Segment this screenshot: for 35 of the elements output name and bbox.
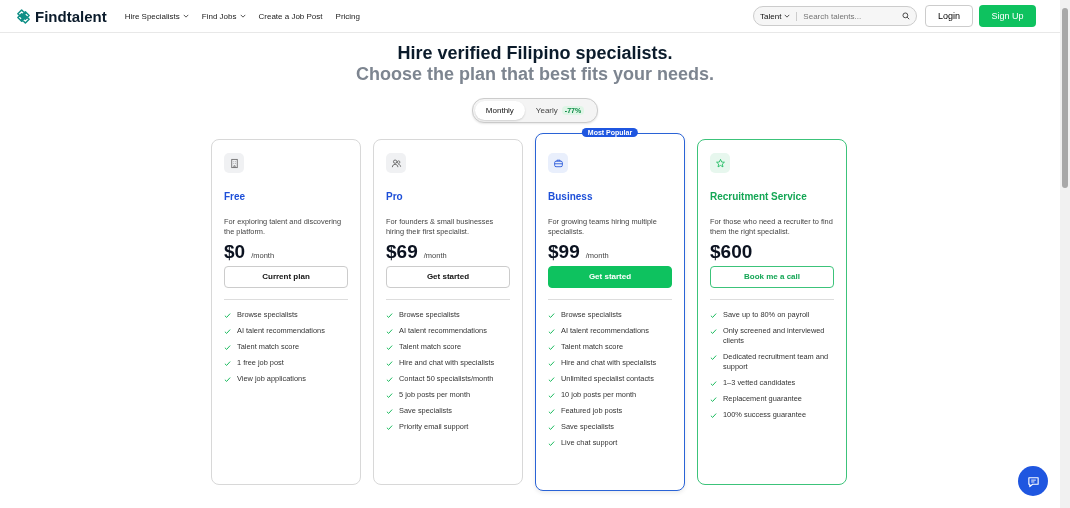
chevron-down-icon [784, 14, 791, 18]
chevron-down-icon [182, 14, 189, 18]
logo-icon [16, 8, 31, 24]
plan-price: $0 [224, 241, 246, 263]
plan-price: $600 [710, 241, 753, 263]
page-subtitle: Choose the plan that best fits your needs. [354, 63, 716, 85]
search-field[interactable]: Talent Search talents... [753, 6, 917, 26]
nav-link[interactable]: Pricing [335, 11, 360, 21]
briefcase-icon [552, 157, 564, 169]
nav-link[interactable]: Hire Specialists [124, 11, 189, 21]
nav-link[interactable]: Find Jobs [201, 11, 246, 21]
page-title: Hire verified Filipino specialists. [396, 43, 674, 63]
users-icon [390, 157, 402, 169]
chat-icon [1026, 474, 1040, 488]
plan-name: Recruitment Service [710, 191, 808, 202]
billing-option[interactable]: Monthly [474, 101, 525, 120]
plan-name: Pro [386, 191, 404, 202]
chevron-down-icon [239, 14, 246, 18]
nav-link[interactable]: Create a Job Post [258, 11, 323, 21]
check-icon [710, 353, 717, 361]
chat-button[interactable] [1018, 466, 1048, 496]
plan-name: Free [224, 191, 247, 202]
plan-button[interactable]: Current plan [224, 265, 348, 288]
logo[interactable]: Findtalent [16, 7, 107, 25]
star-icon [714, 157, 726, 169]
plan-name: Business [548, 191, 594, 202]
search-icon[interactable] [902, 12, 910, 20]
category-dropdown[interactable]: Talent [760, 11, 798, 21]
plan-button[interactable]: Get started [386, 265, 510, 288]
scrollbar[interactable] [1060, 0, 1070, 508]
plan-price: $99 [548, 241, 580, 263]
logo-text: Findtalent [35, 7, 107, 25]
login-button[interactable]: Login [925, 5, 973, 27]
plan-price: $69 [386, 241, 418, 263]
building-icon [228, 157, 240, 169]
